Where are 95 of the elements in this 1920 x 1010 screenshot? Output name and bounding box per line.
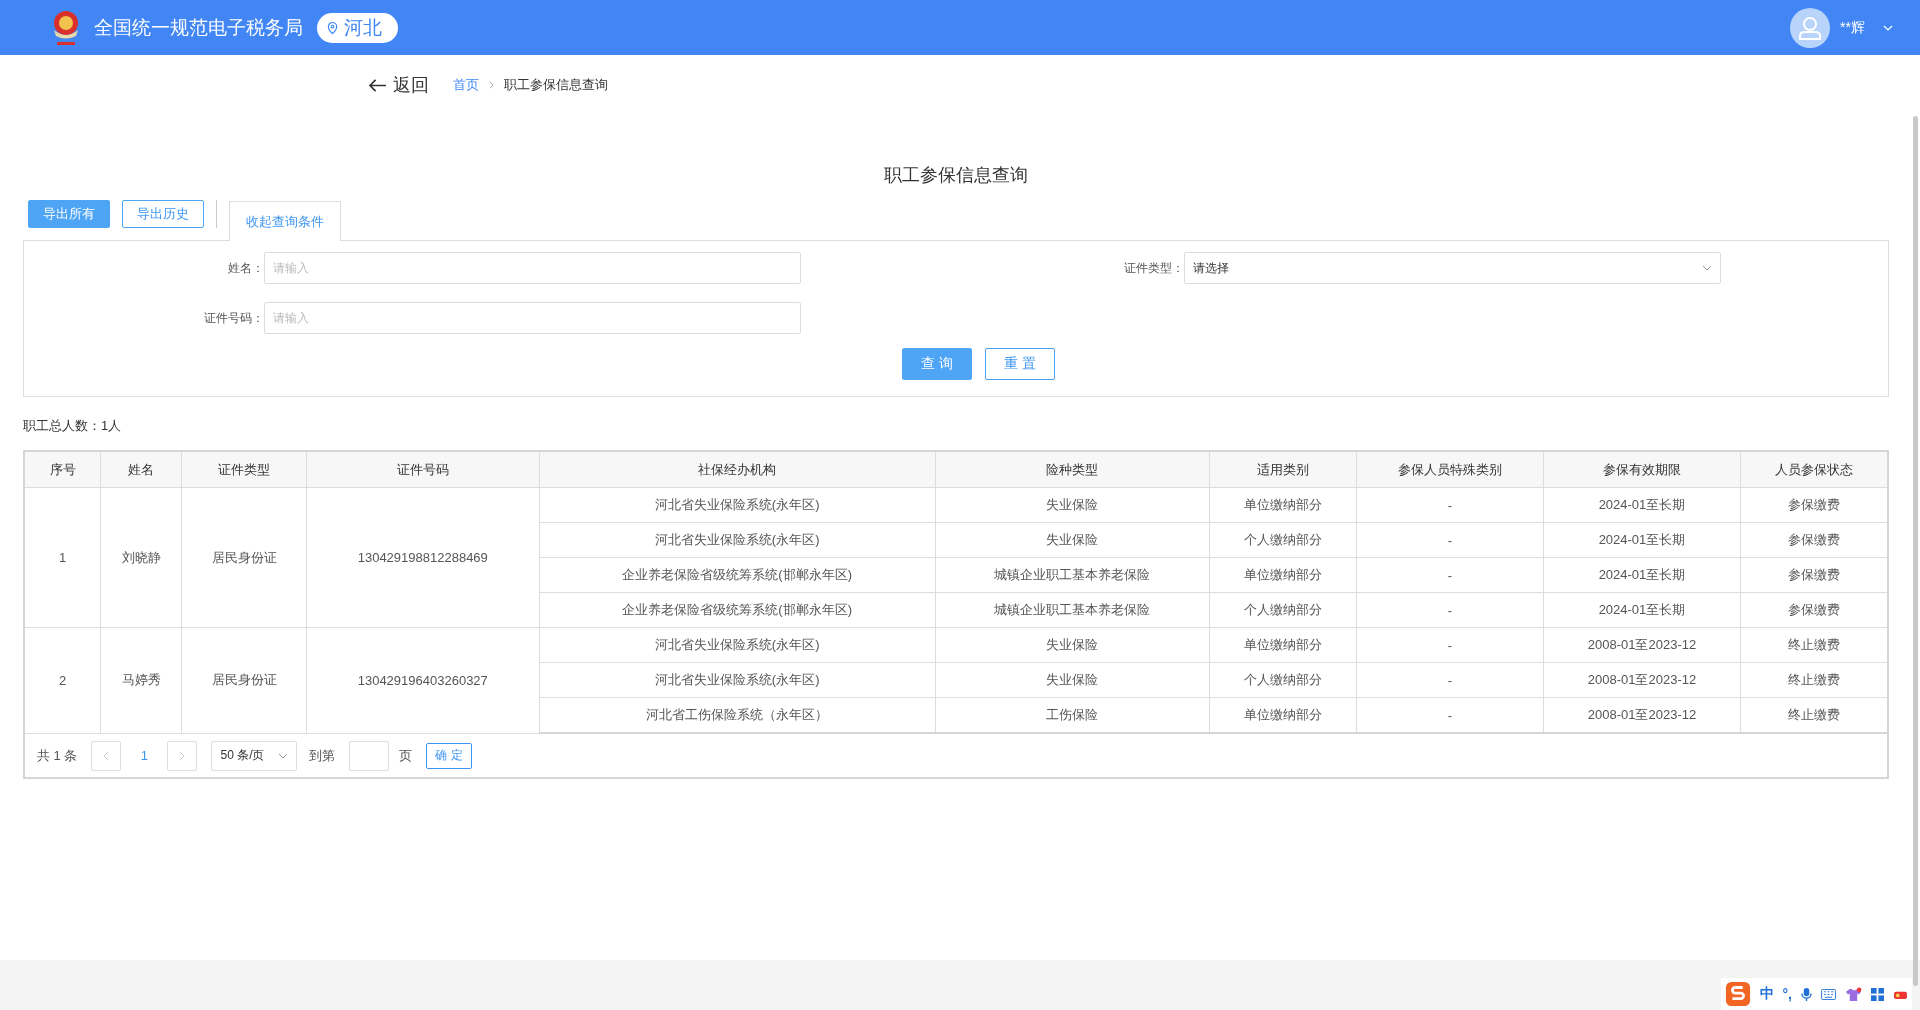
caret-icon [1702,265,1712,271]
table-cell: 河北省失业保险系统(永年区) [539,662,936,698]
caret-icon[interactable] [1883,24,1893,31]
avatar-icon[interactable] [1790,7,1831,48]
user-name[interactable]: **辉 [1840,18,1865,37]
input-field[interactable]: 请输入 [264,302,801,334]
table-cell: 个人缴纳部分 [1209,592,1357,628]
punctuation-mode[interactable]: °, [1782,986,1792,1002]
microphone-icon[interactable] [1801,986,1812,1002]
table-cell: 2024-01至长期 [1543,557,1741,593]
column-header: 证件号码 [306,452,540,488]
confirm-button[interactable]: 确 定 [426,742,472,769]
table-cell: - [1356,662,1544,698]
page-unit: 页 [399,746,413,765]
s-logo-icon[interactable] [1724,981,1751,1007]
page-number[interactable]: 1 [131,747,158,764]
chevron-left-icon [103,750,110,761]
table-cell: 城镇企业职工基本养老保险 [935,592,1210,628]
total-label: 共 1 条 [37,746,78,765]
table-cell: - [1356,487,1544,523]
table-cell: 130429198812288469 [306,487,540,628]
table-cell: 单位缴纳部分 [1209,627,1357,663]
table-cell: 失业保险 [935,662,1210,698]
table-cell: 河北省失业保险系统(永年区) [539,487,936,523]
export-button[interactable]: 导出所有 [28,200,110,228]
table-cell: 马婷秀 [100,627,182,733]
table-cell: 刘晓静 [100,487,182,628]
table-cell: 居民身份证 [181,627,307,733]
reset-button[interactable]: 重 置 [985,348,1055,380]
field-label: 证件号码： [203,309,264,327]
table-cell: - [1356,522,1544,558]
table-cell: 河北省工伤保险系统（永年区） [539,697,936,733]
table-cell: 单位缴纳部分 [1209,487,1357,523]
breadcrumb-link[interactable]: 首页 [453,76,479,94]
table-cell: 企业养老保险省级统筹系统(邯郸永年区) [539,557,936,593]
field-label: 姓名： [227,259,264,277]
column-header: 适用类别 [1209,452,1357,488]
table-cell: 个人缴纳部分 [1209,522,1357,558]
table-cell: 失业保险 [935,627,1210,663]
table-cell: 河北省失业保险系统(永年区) [539,627,936,663]
back-arrow-icon [368,77,387,93]
table-cell: - [1356,592,1544,628]
search-button[interactable]: 查 询 [902,348,972,380]
field-label: 证件类型： [1123,259,1184,277]
page-size-select[interactable]: 50 条/页 [211,740,298,771]
table-cell: 河北省失业保险系统(永年区) [539,522,936,558]
input-field[interactable]: 请输入 [264,252,801,284]
table-cell: 130429196403260327 [306,627,540,733]
keyboard-icon[interactable] [1821,988,1836,1000]
back-button[interactable]: 返回 [368,73,429,97]
chevron-right-icon [179,750,186,761]
total-count: 职工总人数：1人 [23,417,123,435]
table-cell: 城镇企业职工基本养老保险 [935,557,1210,593]
column-header: 参保人员特殊类别 [1356,452,1544,488]
table-cell: - [1356,627,1544,663]
table-cell: - [1356,697,1544,733]
chevron-right-icon [489,81,494,89]
table-cell: 失业保险 [935,487,1210,523]
select-field[interactable]: 请选择 [1184,252,1721,284]
site-title: 全国统一规范电子税务局 [94,15,303,40]
table-cell: 工伤保险 [935,697,1210,733]
column-header: 人员参保状态 [1740,452,1887,488]
table-cell: 1 [25,487,101,628]
column-header: 证件类型 [181,452,307,488]
grid-icon[interactable] [1871,987,1884,1001]
region-selector[interactable]: 河北 [317,12,398,43]
table-cell: 2008-01至2023-12 [1543,627,1741,663]
column-header: 险种类型 [935,452,1210,488]
table-cell: 2024-01至长期 [1543,592,1741,628]
column-header: 序号 [25,452,101,488]
export-button[interactable]: 导出历史 [122,200,204,228]
page-input[interactable] [349,740,390,771]
table-cell: 居民身份证 [181,487,307,628]
goto-label: 到第 [309,746,336,765]
table-cell: 2008-01至2023-12 [1543,662,1741,698]
shirt-icon[interactable] [1845,986,1862,1002]
table-cell: 2008-01至2023-12 [1543,697,1741,733]
table-cell: 2 [25,627,101,733]
location-pin-icon [327,20,338,35]
breadcrumb-current: 职工参保信息查询 [504,76,608,94]
page-title: 职工参保信息查询 [883,164,1029,187]
collapse-filters-tab[interactable]: 收起查询条件 [229,201,341,241]
table-cell: 企业养老保险省级统筹系统(邯郸永年区) [539,592,936,628]
table-cell: 2024-01至长期 [1543,522,1741,558]
column-header: 参保有效期限 [1543,452,1741,488]
input-mode[interactable]: 中 [1759,985,1774,1003]
column-header: 姓名 [100,452,182,488]
column-header: 社保经办机构 [539,452,936,488]
table-cell: 单位缴纳部分 [1209,697,1357,733]
caret-icon [278,752,289,759]
table-cell: 个人缴纳部分 [1209,662,1357,698]
table-cell: 失业保险 [935,522,1210,558]
table-cell: 单位缴纳部分 [1209,557,1357,593]
table-cell: - [1356,557,1544,593]
table-cell: 2024-01至长期 [1543,487,1741,523]
